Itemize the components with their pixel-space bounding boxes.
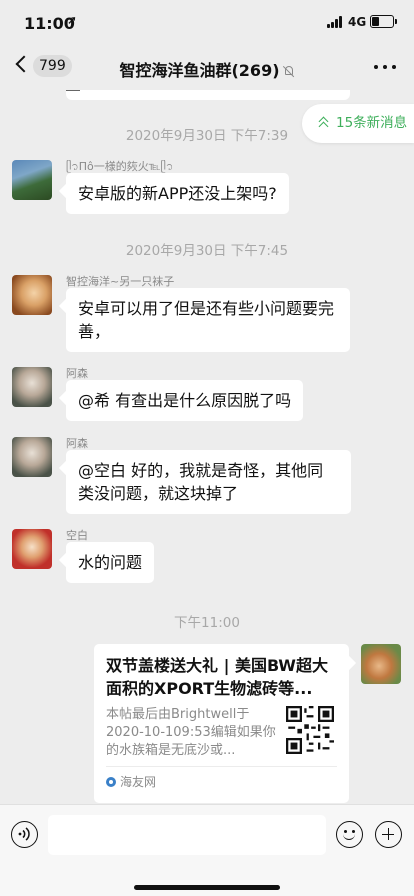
card-divider <box>106 766 337 767</box>
nav-bar: 799 智控海洋鱼油群(269) <box>0 46 414 90</box>
card-source: 海友网 <box>106 774 156 790</box>
message-bubble[interactable]: 安卓版的新APP还没上架吗? <box>66 173 289 214</box>
ellipsis-icon[interactable] <box>374 65 396 70</box>
chat-title: 智控海洋鱼油群(269) <box>119 61 280 80</box>
voice-icon[interactable] <box>11 821 38 848</box>
qr-code-icon <box>286 706 334 754</box>
message-bubble[interactable]: 安卓可以用了但是还有些小问题要完善， <box>66 288 350 352</box>
message-bubble[interactable]: @希 有查出是什么原因脱了吗 <box>66 380 304 421</box>
avatar[interactable] <box>12 529 52 569</box>
home-indicator[interactable] <box>134 885 280 890</box>
card-title: 双节盖楼送大礼 | 美国BW超大面积的XPORT生物滤砖等... <box>106 656 328 698</box>
message-bubble[interactable]: 水的问题 <box>66 542 155 583</box>
battery-icon <box>370 15 397 28</box>
avatar[interactable] <box>12 367 52 407</box>
avatar[interactable] <box>12 160 52 200</box>
time-divider: 2020年9月30日 下午7:39 <box>125 128 289 144</box>
sender-name: 智控海洋~另一只袜子 <box>66 275 175 288</box>
bell-slash-icon <box>282 65 295 78</box>
source-logo-icon <box>106 777 116 787</box>
emoji-icon[interactable] <box>336 821 363 848</box>
sender-name: 阿森 <box>66 367 88 380</box>
card-description: 本帖最后由Brightwell于2020-10-109:53编辑如果你的水族箱是… <box>106 707 276 758</box>
card-source-label: 海友网 <box>120 775 157 789</box>
avatar[interactable] <box>12 437 52 477</box>
sender-name: 空白 <box>66 529 88 542</box>
message-input[interactable] <box>48 815 326 855</box>
avatar[interactable] <box>12 275 52 315</box>
chat-title-wrap[interactable]: 智控海洋鱼油群(269) <box>0 57 414 81</box>
input-bar <box>0 804 414 896</box>
shared-link-card[interactable]: 双节盖楼送大礼 | 美国BW超大面积的XPORT生物滤砖等... 本帖最后由Br… <box>94 644 349 803</box>
my-avatar[interactable] <box>361 644 401 684</box>
status-bar: 11:00 ➚ 4G <box>0 0 414 46</box>
chat-area[interactable]: 15条新消息 2020年9月30日 下午7:39 ᥫ᭡Πô一様的㷇火℡ᥫ᭡ 安卓… <box>0 90 414 804</box>
previous-message-bubble <box>66 90 350 100</box>
network-type: 4G <box>348 15 367 29</box>
plus-icon[interactable] <box>375 821 402 848</box>
sender-name: 阿森 <box>66 437 88 450</box>
time-divider: 下午11:00 <box>174 615 240 631</box>
signal-icon <box>327 16 344 28</box>
location-arrow-icon: ➚ <box>67 13 78 27</box>
message-bubble[interactable]: @空白 好的，我就是奇怪，其他同类没问题，就这块掉了 <box>66 450 351 514</box>
time-divider: 2020年9月30日 下午7:45 <box>125 243 289 259</box>
